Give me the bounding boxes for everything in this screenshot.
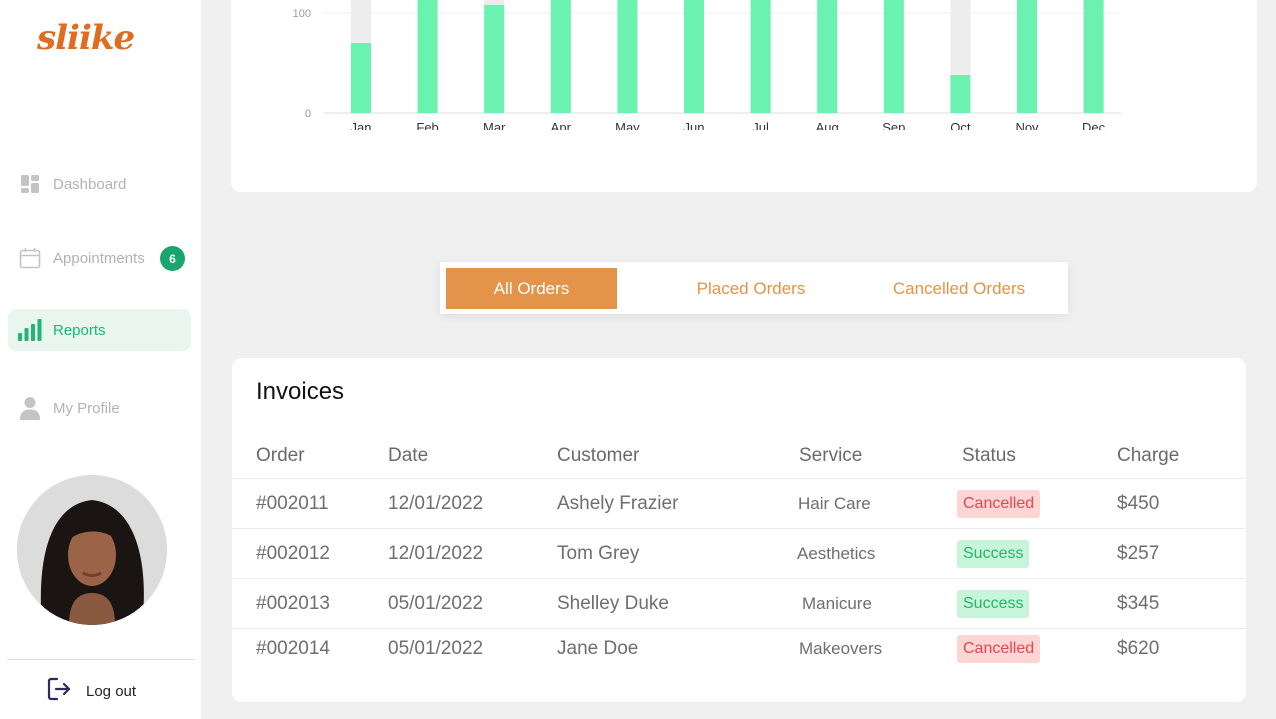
chart-bar [550, 0, 571, 113]
x-tick-label: Dec [1082, 120, 1106, 130]
status-badge: Cancelled [957, 489, 1041, 518]
tab-cancelled-orders[interactable]: Cancelled Orders [872, 268, 1046, 309]
order-date: 05/01/2022 [388, 637, 484, 659]
calendar-icon [18, 246, 42, 270]
sidebar-item-label: Reports [53, 321, 106, 339]
chart-bar [351, 43, 371, 113]
column-header-date: Date [388, 445, 429, 466]
y-tick-label: 100 [293, 8, 311, 20]
chart-bar [417, 0, 438, 113]
x-tick-label: Sep [882, 120, 905, 130]
chart-bar [883, 0, 904, 113]
avatar[interactable] [17, 475, 167, 625]
logout-button[interactable]: Log out [46, 676, 136, 707]
chart-bar [617, 0, 638, 113]
x-tick-label: Jun [684, 120, 705, 130]
column-header-customer: Customer [557, 445, 640, 466]
y-tick-label: 0 [305, 108, 311, 120]
charge-amount: $620 [1117, 637, 1160, 659]
chart-bar [750, 0, 771, 113]
chart-bar [1083, 0, 1104, 113]
order-filter-tabs: All Orders Placed Orders Cancelled Order… [440, 262, 1068, 314]
customer-name: Ashely Frazier [557, 492, 679, 514]
order-id: #002013 [256, 592, 330, 614]
service-name: Manicure [802, 593, 872, 613]
customer-name: Jane Doe [557, 637, 639, 659]
x-tick-label: Apr [551, 120, 572, 130]
service-name: Aesthetics [797, 543, 876, 563]
tab-placed-orders[interactable]: Placed Orders [670, 268, 832, 309]
x-tick-label: Mar [483, 120, 506, 130]
x-tick-label: Jul [752, 120, 769, 130]
sidebar-item-dashboard[interactable]: Dashboard [8, 163, 191, 205]
x-tick-label: Nov [1015, 120, 1039, 130]
customer-name: Tom Grey [557, 542, 640, 564]
status-badge: Success [957, 589, 1030, 618]
table-row[interactable]: #002012 12/01/2022 Tom Grey Aesthetics S… [232, 528, 1246, 578]
app-logo[interactable]: sliike [37, 18, 135, 58]
x-tick-label: May [615, 120, 640, 130]
column-header-charge: Charge [1117, 445, 1180, 466]
logout-label: Log out [86, 683, 137, 700]
sidebar-item-label: Dashboard [53, 175, 127, 193]
service-name: Makeovers [799, 638, 883, 658]
order-id: #002012 [256, 542, 330, 564]
order-id: #002014 [256, 637, 330, 659]
status-badge: Success [957, 539, 1030, 568]
chart-bar [817, 0, 838, 113]
sidebar-item-label: Appointments [53, 249, 145, 267]
sidebar-item-reports[interactable]: Reports [8, 309, 191, 351]
invoices-title: Invoices [256, 378, 345, 405]
logout-icon [46, 676, 72, 707]
order-date: 05/01/2022 [388, 592, 484, 614]
x-tick-label: Oct [950, 120, 971, 130]
charge-amount: $450 [1117, 492, 1160, 514]
chart-bar [1017, 0, 1037, 113]
sidebar-item-appointments[interactable]: Appointments 6 [8, 237, 191, 279]
monthly-bar-chart: 0 100 Jan Feb Mar Apr May Jun Jul Aug Sep Oct Nov Dec [293, 0, 1121, 130]
sidebar-divider [7, 659, 195, 660]
invoices-card: Invoices Order Date Customer Service Sta… [232, 358, 1246, 702]
order-id: #002011 [256, 492, 329, 514]
table-row[interactable]: #002013 05/01/2022 Shelley Duke Manicure… [232, 578, 1246, 628]
service-name: Hair Care [798, 493, 871, 513]
table-row[interactable]: #002011 12/01/2022 Ashely Frazier Hair C… [232, 478, 1246, 528]
column-header-service: Service [799, 445, 863, 466]
order-date: 12/01/2022 [388, 492, 484, 514]
chart-bar [684, 0, 704, 113]
monthly-chart-card: 0 100 Jan Feb Mar Apr May Jun Jul Aug Sep Oct Nov Dec [231, 0, 1257, 192]
sidebar-item-label: My Profile [53, 399, 120, 417]
chart-bar [484, 5, 505, 113]
sidebar-item-my-profile[interactable]: My Profile [8, 387, 191, 429]
appointments-count-badge: 6 [160, 246, 185, 271]
dashboard-icon [18, 172, 42, 196]
charge-amount: $345 [1117, 592, 1160, 614]
column-header-order: Order [256, 445, 305, 466]
table-row[interactable]: #002014 05/01/2022 Jane Doe Makeovers Ca… [232, 628, 1246, 668]
sidebar: sliike Dashboard Appointments 6 Reports … [0, 0, 201, 719]
customer-name: Shelley Duke [557, 592, 669, 614]
x-tick-label: Feb [416, 120, 438, 130]
tab-all-orders[interactable]: All Orders [446, 268, 617, 309]
column-header-status: Status [962, 445, 1016, 466]
charge-amount: $257 [1117, 542, 1160, 564]
bar-chart-icon [18, 318, 42, 342]
chart-bar [950, 75, 971, 113]
user-icon [18, 396, 42, 420]
x-tick-label: Jan [351, 120, 372, 130]
x-tick-label: Aug [816, 120, 839, 130]
status-badge: Cancelled [957, 634, 1041, 663]
order-date: 12/01/2022 [388, 542, 484, 564]
